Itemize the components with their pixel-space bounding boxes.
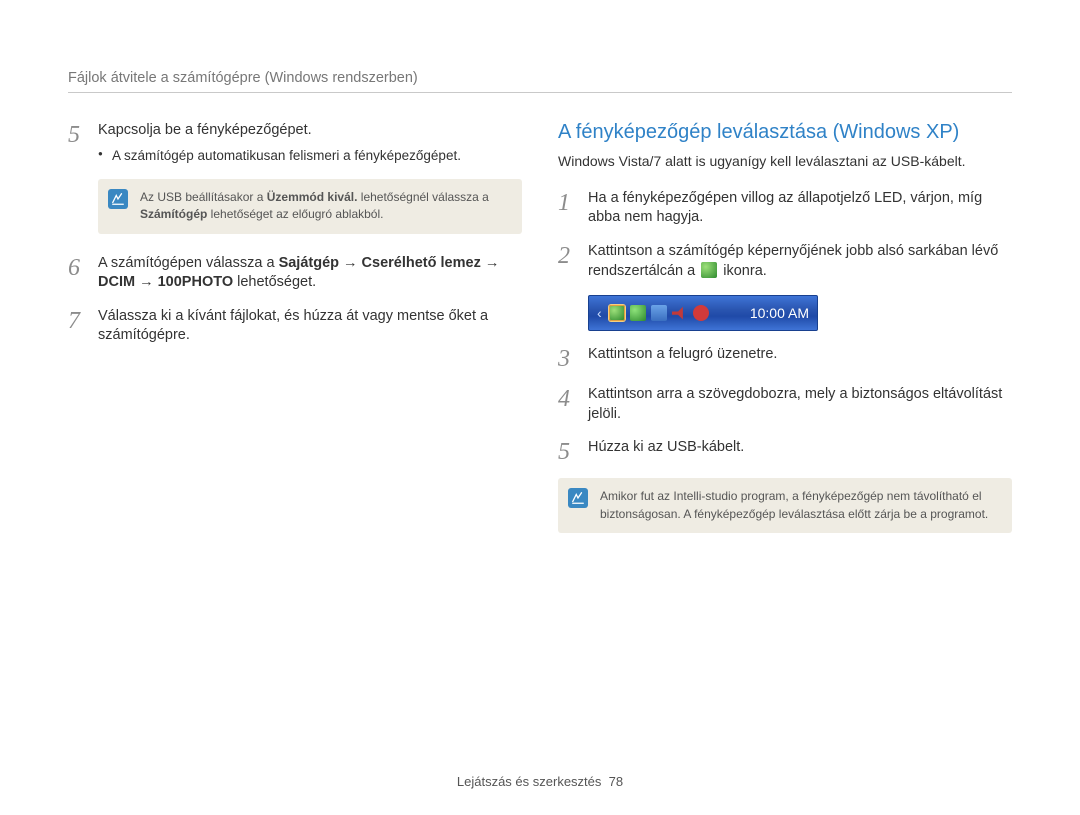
step-text-post: ikonra. [719, 263, 767, 279]
tray-volume-icon [672, 305, 688, 321]
right-step-1: 1 Ha a fényképezőgépen villog az állapot… [558, 189, 1012, 228]
note-icon [108, 189, 128, 209]
taskbar-clock: 10:00 AM [750, 305, 809, 321]
page-footer: Lejátszás és szerkesztés 78 [0, 774, 1080, 789]
footer-section: Lejátszás és szerkesztés [457, 774, 602, 789]
step-body: Kattintson a számítógép képernyőjének jo… [588, 242, 1012, 281]
note-icon [568, 488, 588, 508]
step-text: Ha a fényképezőgépen villog az állapotje… [588, 189, 1012, 228]
step-text: Kattintson arra a szövegdobozra, mely a … [588, 385, 1012, 424]
step-text: Kapcsolja be a fényképezőgépet. [98, 122, 312, 138]
step-number: 5 [68, 121, 86, 165]
step-number: 1 [558, 189, 576, 228]
step-number: 6 [68, 254, 86, 293]
step-body: A számítógépen válassza a Sajátgép → Cse… [98, 254, 522, 293]
tray-shield-icon [630, 305, 646, 321]
step-text: Kattintson a felugró üzenetre. [588, 345, 777, 371]
note-text-pre: Az USB beállításakor a [140, 190, 267, 204]
right-step-5: 5 Húzza ki az USB-kábelt. [558, 438, 1012, 464]
note-intelli-studio: Amikor fut az Intelli-studio program, a … [558, 478, 1012, 533]
right-step-4: 4 Kattintson arra a szövegdobozra, mely … [558, 385, 1012, 424]
step-body: Válassza ki a kívánt fájlokat, és húzza … [98, 307, 522, 346]
step-text: Válassza ki a kívánt fájlokat, és húzza … [98, 308, 488, 344]
step-number: 2 [558, 242, 576, 281]
page-header: Fájlok átvitele a számítógépre (Windows … [68, 70, 1012, 93]
section-subtitle: Windows Vista/7 alatt is ugyanígy kell l… [558, 152, 1012, 171]
right-step-2: 2 Kattintson a számítógép képernyőjének … [558, 242, 1012, 281]
content-columns: 5 Kapcsolja be a fényképezőgépet. A szám… [68, 121, 1012, 553]
left-step-6: 6 A számítógépen válassza a Sajátgép → C… [68, 254, 522, 293]
note-text-bold1: Üzemmód kivál. [267, 190, 358, 204]
step-text: Húzza ki az USB-kábelt. [588, 438, 744, 464]
step-text-post: lehetőséget. [233, 274, 316, 290]
note-text-post: lehetőséget az előugró ablakból. [207, 207, 383, 221]
note-text-mid: lehetőségnél válassza a [357, 190, 488, 204]
note-text-bold2: Számítógép [140, 207, 207, 221]
safely-remove-icon [701, 262, 717, 278]
step-number: 3 [558, 345, 576, 371]
footer-page: 78 [609, 774, 623, 789]
note-usb-mode: Az USB beállításakor a Üzemmód kivál. le… [98, 179, 522, 234]
tray-expand-icon: ‹ [597, 305, 602, 321]
tray-antivirus-icon [693, 305, 709, 321]
step-number: 4 [558, 385, 576, 424]
step-text-pre: A számítógépen válassza a [98, 255, 279, 271]
left-column: 5 Kapcsolja be a fényképezőgépet. A szám… [68, 121, 522, 553]
step-text-pre: Kattintson a számítógép képernyőjének jo… [588, 243, 998, 279]
right-step-3: 3 Kattintson a felugró üzenetre. [558, 345, 1012, 371]
note-text: Amikor fut az Intelli-studio program, a … [600, 489, 988, 520]
right-column: A fényképezőgép leválasztása (Windows XP… [558, 121, 1012, 553]
section-title: A fényképezőgép leválasztása (Windows XP… [558, 121, 1012, 144]
tray-usb-icon [609, 305, 625, 321]
step-subtext: A számítógép automatikusan felismeri a f… [98, 147, 461, 165]
step-number: 5 [558, 438, 576, 464]
tray-network-icon [651, 305, 667, 321]
left-step-7: 7 Válassza ki a kívánt fájlokat, és húzz… [68, 307, 522, 346]
left-step-5: 5 Kapcsolja be a fényképezőgépet. A szám… [68, 121, 522, 165]
taskbar-image: ‹ 10:00 AM [588, 295, 818, 331]
step-body: Kapcsolja be a fényképezőgépet. A számít… [98, 121, 461, 165]
step-number: 7 [68, 307, 86, 346]
